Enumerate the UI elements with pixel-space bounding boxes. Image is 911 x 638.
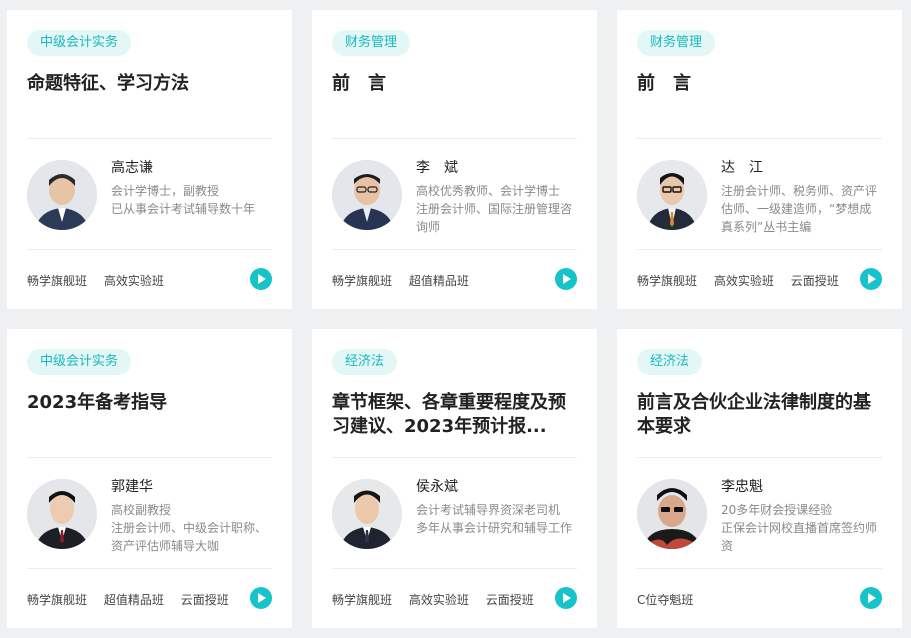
divider: [332, 138, 577, 139]
teacher-bio: 会计考试辅导界资深老司机 多年从事会计研究和辅导工作: [416, 501, 579, 537]
divider: [332, 568, 577, 569]
teacher-bio-line: 资: [721, 539, 734, 553]
teacher-bio-line: 多年从事会计研究和辅导工作: [416, 521, 573, 535]
divider: [27, 249, 272, 250]
lesson-title[interactable]: 前言及合伙企业法律制度的基本要求: [637, 391, 885, 439]
divider: [637, 138, 882, 139]
teacher-bio-line: 高校副教授: [111, 503, 172, 517]
teacher-avatar: [27, 479, 97, 549]
play-circle-icon[interactable]: [555, 268, 577, 290]
teacher-name: 郭建华: [111, 479, 153, 495]
teacher-bio-line: 正保会计网校直播首席签约师: [721, 521, 878, 535]
class-list: 畅学旗舰班 高效实验班: [27, 272, 177, 289]
divider: [27, 138, 272, 139]
teacher-avatar: [637, 160, 707, 230]
play-circle-icon[interactable]: [250, 587, 272, 609]
teacher-bio: 会计学博士，副教授 已从事会计考试辅导数十年: [111, 182, 274, 218]
class-link[interactable]: 超值精品班: [409, 274, 469, 288]
subject-tag: 财务管理: [332, 30, 411, 56]
teacher-bio-line: 会计考试辅导界资深老司机: [416, 503, 561, 517]
class-link[interactable]: 云面授班: [181, 593, 229, 607]
teacher-bio: 注册会计师、税务师、资产评 估师、一级建造师，“梦想成 真系列”丛书主编: [721, 182, 884, 236]
divider: [637, 457, 882, 458]
lesson-title[interactable]: 2023年备考指导: [27, 391, 275, 415]
play-circle-icon[interactable]: [555, 587, 577, 609]
teacher-bio-line: 真系列”丛书主编: [721, 220, 812, 234]
class-link[interactable]: 畅学旗舰班: [27, 593, 87, 607]
teacher-bio-line: 资产评估师辅导大咖: [111, 539, 220, 553]
class-link[interactable]: 高效实验班: [409, 593, 469, 607]
divider: [332, 457, 577, 458]
class-list: 畅学旗舰班 超值精品班 云面授班: [27, 591, 242, 608]
class-link[interactable]: 高效实验班: [104, 274, 164, 288]
course-card[interactable]: 中级会计实务 2023年备考指导 郭建华 高校副教授 注册会计师、中级会计职称、…: [7, 329, 292, 628]
lesson-title[interactable]: 命题特征、学习方法: [27, 72, 275, 96]
subject-tag: 经济法: [332, 349, 398, 375]
teacher-bio-line: 会计学博士，副教授: [111, 184, 220, 198]
class-link[interactable]: 云面授班: [486, 593, 534, 607]
course-card[interactable]: 经济法 前言及合伙企业法律制度的基本要求 李忠魁 20多年财会授课经验 正保会计…: [617, 329, 902, 628]
class-link[interactable]: 畅学旗舰班: [332, 274, 392, 288]
teacher-name: 高志谦: [111, 160, 153, 176]
class-link[interactable]: 畅学旗舰班: [27, 274, 87, 288]
class-link[interactable]: 高效实验班: [714, 274, 774, 288]
teacher-bio-line: 注册会计师、税务师、资产评: [721, 184, 878, 198]
course-card[interactable]: 财务管理 前 言 达 江 注册会计师、税务师、资产评 估师、一级建造师，“梦想成…: [617, 10, 902, 309]
class-list: 畅学旗舰班 高效实验班 云面授班: [332, 591, 547, 608]
lesson-title[interactable]: 章节框架、各章重要程度及预习建议、2023年预计报...: [332, 391, 580, 439]
play-circle-icon[interactable]: [860, 587, 882, 609]
play-circle-icon[interactable]: [860, 268, 882, 290]
teacher-bio: 高校副教授 注册会计师、中级会计职称、 资产评估师辅导大咖: [111, 501, 274, 555]
teacher-bio-line: 注册会计师、中级会计职称、: [111, 521, 268, 535]
teacher-name: 李 斌: [416, 160, 458, 176]
teacher-avatar: [637, 479, 707, 549]
class-link[interactable]: 畅学旗舰班: [332, 593, 392, 607]
class-link[interactable]: 云面授班: [791, 274, 839, 288]
class-list: C位夺魁班: [637, 591, 706, 608]
lesson-title[interactable]: 前 言: [332, 72, 580, 96]
teacher-avatar: [332, 479, 402, 549]
teacher-avatar: [332, 160, 402, 230]
divider: [637, 568, 882, 569]
divider: [27, 568, 272, 569]
teacher-bio-line: 20多年财会授课经验: [721, 503, 833, 517]
subject-tag: 中级会计实务: [27, 349, 132, 375]
teacher-bio-line: 已从事会计考试辅导数十年: [111, 202, 256, 216]
lesson-title[interactable]: 前 言: [637, 72, 885, 96]
class-link[interactable]: 畅学旗舰班: [637, 274, 697, 288]
teacher-bio-line: 询师: [416, 220, 441, 234]
teacher-bio: 高校优秀教师、会计学博士 注册会计师、国际注册管理咨 询师: [416, 182, 579, 236]
divider: [637, 249, 882, 250]
teacher-name: 李忠魁: [721, 479, 763, 495]
class-link[interactable]: 超值精品班: [104, 593, 164, 607]
class-list: 畅学旗舰班 超值精品班: [332, 272, 482, 289]
subject-tag: 经济法: [637, 349, 703, 375]
course-card[interactable]: 经济法 章节框架、各章重要程度及预习建议、2023年预计报... 侯永斌 会计考…: [312, 329, 597, 628]
teacher-bio-line: 高校优秀教师、会计学博士: [416, 184, 561, 198]
teacher-name: 侯永斌: [416, 479, 458, 495]
teacher-bio-line: 注册会计师、国际注册管理咨: [416, 202, 573, 216]
subject-tag: 中级会计实务: [27, 30, 132, 56]
play-circle-icon[interactable]: [250, 268, 272, 290]
subject-tag: 财务管理: [637, 30, 716, 56]
class-link[interactable]: C位夺魁班: [637, 593, 693, 607]
course-card[interactable]: 中级会计实务 命题特征、学习方法 高志谦 会计学博士，副教授 已从事会计考试辅导…: [7, 10, 292, 309]
teacher-avatar: [27, 160, 97, 230]
divider: [27, 457, 272, 458]
divider: [332, 249, 577, 250]
teacher-name: 达 江: [721, 160, 763, 176]
class-list: 畅学旗舰班 高效实验班 云面授班: [637, 272, 852, 289]
teacher-bio-line: 估师、一级建造师，“梦想成: [721, 202, 872, 216]
course-card[interactable]: 财务管理 前 言 李 斌 高校优秀教师、会计学博士 注册会计师、国际注册管理咨 …: [312, 10, 597, 309]
teacher-bio: 20多年财会授课经验 正保会计网校直播首席签约师 资: [721, 501, 884, 555]
